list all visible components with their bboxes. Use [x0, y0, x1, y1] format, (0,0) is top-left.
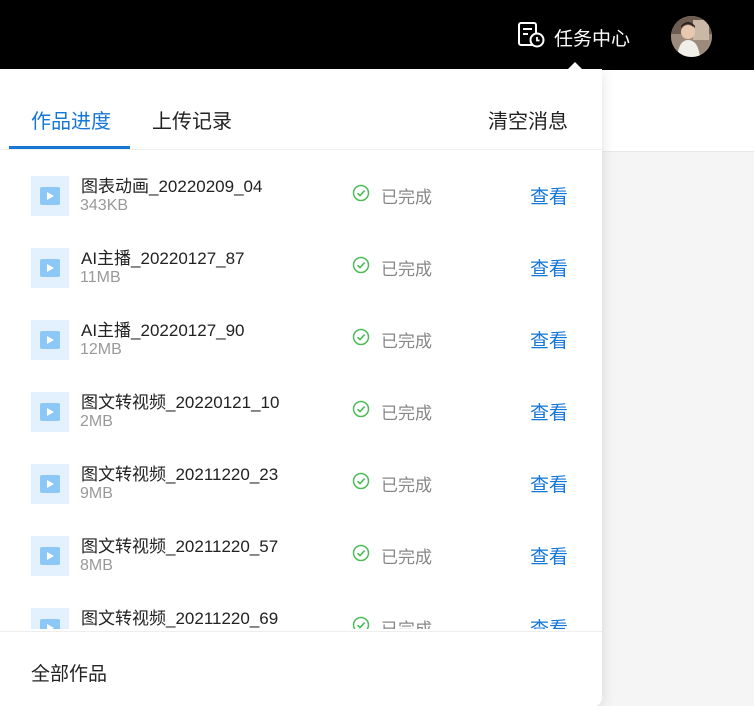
item-name: 图文转视频_20220121_10 [81, 393, 280, 412]
task-list-icon [516, 20, 546, 55]
status-badge: 已完成 [352, 327, 432, 352]
check-circle-icon [352, 328, 370, 351]
list-item: 图文转视频_20211220_23 9MB 已完成 查看 [0, 439, 602, 511]
item-size: 9MB [80, 485, 113, 502]
status-badge: 已完成 [352, 615, 432, 629]
item-size: 11MB [80, 269, 121, 286]
status-text: 已完成 [381, 260, 432, 279]
list-item: 图文转视频_20211220_69 已完成 查看 [0, 583, 602, 629]
task-center-dropdown: 作品进度 上传记录 清空消息 图表动画_20220209_04 343KB 已完… [0, 69, 602, 706]
tab-upload-records[interactable]: 上传记录 [152, 105, 232, 134]
play-icon [40, 475, 60, 493]
task-center-label: 任务中心 [554, 28, 631, 50]
status-text: 已完成 [381, 404, 432, 423]
check-circle-icon [352, 256, 370, 279]
play-icon [40, 331, 60, 349]
play-icon [40, 259, 60, 277]
video-thumbnail [31, 392, 69, 432]
check-circle-icon [352, 544, 370, 567]
item-name: 图表动画_20220209_04 [81, 177, 263, 196]
top-bar: 任务中心 [0, 0, 754, 70]
item-size: 8MB [80, 557, 113, 574]
tab-bar: 作品进度 上传记录 清空消息 [0, 69, 602, 150]
video-thumbnail [31, 464, 69, 504]
item-size: 2MB [80, 413, 113, 430]
tab-work-progress[interactable]: 作品进度 [31, 105, 111, 134]
active-tab-indicator [9, 146, 130, 149]
view-button[interactable]: 查看 [530, 614, 568, 629]
view-button[interactable]: 查看 [530, 254, 568, 281]
view-button[interactable]: 查看 [530, 398, 568, 425]
check-circle-icon [352, 472, 370, 495]
video-thumbnail [31, 320, 69, 360]
play-icon [40, 547, 60, 565]
list-item: 图文转视频_20211220_57 8MB 已完成 查看 [0, 511, 602, 583]
status-badge: 已完成 [352, 471, 432, 496]
item-size: 343KB [80, 197, 129, 214]
play-icon [40, 403, 60, 421]
check-circle-icon [352, 184, 370, 207]
task-center-button[interactable]: 任务中心 [516, 20, 631, 55]
clear-messages-button[interactable]: 清空消息 [488, 105, 568, 134]
video-thumbnail [31, 248, 69, 288]
play-icon [40, 187, 60, 205]
item-name: AI主播_20220127_87 [81, 249, 245, 268]
page-header-strip [602, 70, 754, 152]
all-works-link[interactable]: 全部作品 [31, 659, 107, 686]
view-button[interactable]: 查看 [530, 182, 568, 209]
item-size: 12MB [80, 341, 122, 358]
view-button[interactable]: 查看 [530, 470, 568, 497]
check-circle-icon [352, 400, 370, 423]
status-badge: 已完成 [352, 399, 432, 424]
play-icon [40, 619, 60, 629]
list-item: AI主播_20220127_87 11MB 已完成 查看 [0, 223, 602, 295]
panel-footer: 全部作品 [0, 631, 602, 706]
status-text: 已完成 [381, 188, 432, 207]
item-name: 图文转视频_20211220_57 [81, 537, 279, 556]
status-badge: 已完成 [352, 183, 432, 208]
task-list[interactable]: 图表动画_20220209_04 343KB 已完成 查看 AI主播_20220… [0, 151, 602, 629]
video-thumbnail [31, 608, 69, 629]
check-circle-icon [352, 616, 370, 629]
list-item: 图表动画_20220209_04 343KB 已完成 查看 [0, 151, 602, 223]
view-button[interactable]: 查看 [530, 542, 568, 569]
view-button[interactable]: 查看 [530, 326, 568, 353]
status-text: 已完成 [381, 548, 432, 567]
status-text: 已完成 [381, 332, 432, 351]
status-text: 已完成 [381, 615, 432, 629]
item-name: AI主播_20220127_90 [81, 321, 245, 340]
status-badge: 已完成 [352, 255, 432, 280]
user-avatar[interactable] [671, 16, 712, 57]
video-thumbnail [31, 536, 69, 576]
video-thumbnail [31, 176, 69, 216]
list-item: 图文转视频_20220121_10 2MB 已完成 查看 [0, 367, 602, 439]
status-text: 已完成 [381, 476, 432, 495]
item-name: 图文转视频_20211220_23 [81, 465, 279, 484]
item-name: 图文转视频_20211220_69 [81, 609, 279, 628]
list-item: AI主播_20220127_90 12MB 已完成 查看 [0, 295, 602, 367]
status-badge: 已完成 [352, 543, 432, 568]
